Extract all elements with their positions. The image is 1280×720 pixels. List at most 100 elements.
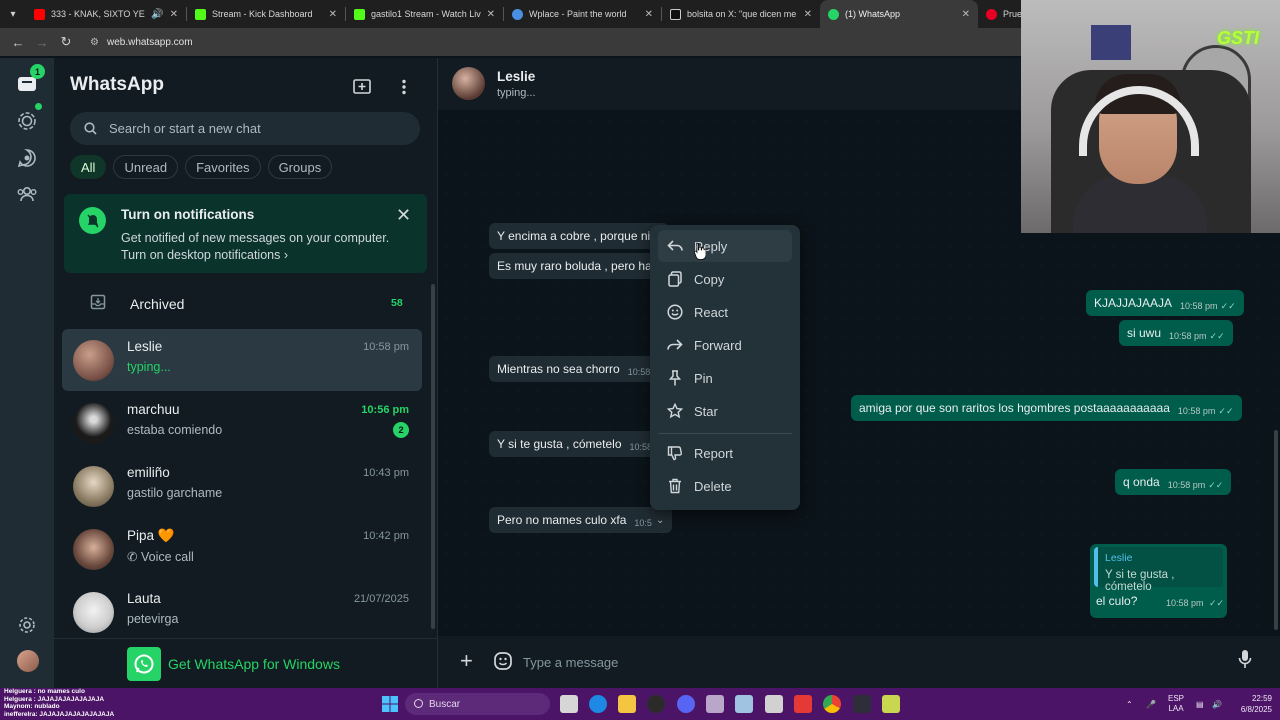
chevron-right-icon: › [283, 248, 289, 262]
reply-icon [666, 240, 684, 252]
close-icon[interactable]: ✕ [645, 9, 653, 20]
discord-icon[interactable] [677, 695, 695, 713]
menu-item-label: React [694, 304, 728, 320]
message-options-chevron-icon[interactable]: ⌄ [656, 515, 664, 526]
message-incoming[interactable]: Pero no mames culo xfa 10:5 ⌄ [489, 507, 673, 533]
settings-gear-icon[interactable] [14, 612, 40, 638]
menu-divider [658, 433, 792, 434]
get-whatsapp-banner[interactable]: Get WhatsApp for Windows [54, 638, 437, 688]
menu-item-report[interactable]: Report [658, 437, 792, 469]
chat-preview: gastilo garchame [127, 486, 223, 500]
new-chat-icon[interactable] [351, 76, 373, 98]
close-icon[interactable]: ✕ [329, 9, 337, 20]
browser-tab[interactable]: Stream - Kick Dashboard ✕ [187, 0, 345, 28]
close-icon[interactable]: ✕ [487, 9, 495, 20]
mute-icon[interactable]: 🔊 [151, 9, 163, 20]
quoted-message[interactable]: Leslie Y si te gusta , cómetelo [1094, 547, 1223, 593]
chat-name: emiliño [127, 465, 170, 480]
chat-list-item[interactable]: marchuu 10:56 pm estaba comiendo 2 [62, 392, 422, 454]
message-context-menu: Reply Copy React Forward Pin Star Report [650, 225, 800, 510]
contact-status: typing... [497, 87, 536, 99]
microphone-tray-icon[interactable]: 🎤 [1146, 688, 1156, 720]
app-icon[interactable] [794, 695, 812, 713]
menu-item-delete[interactable]: Delete [658, 470, 792, 502]
menu-item-reply[interactable]: Reply [658, 230, 792, 262]
profile-avatar[interactable] [17, 650, 39, 672]
message-incoming[interactable]: Y si te gusta , cómetelo 10:58 [489, 431, 661, 457]
avatar[interactable] [452, 67, 485, 100]
app-icon[interactable] [647, 695, 665, 713]
message-incoming[interactable]: Y encima a cobre , porque nis [489, 223, 669, 249]
browser-tab-active[interactable]: (1) WhatsApp ✕ [820, 0, 978, 28]
close-icon[interactable]: ✕ [396, 205, 411, 226]
message-outgoing-reply[interactable]: Leslie Y si te gusta , cómetelo el culo?… [1090, 544, 1227, 618]
browser-tab[interactable]: bolsita on X: "que dicen me sac ✕ [662, 0, 820, 28]
message-incoming[interactable]: Es muy raro boluda , pero hay [489, 253, 669, 279]
attach-plus-icon[interactable]: + [460, 650, 473, 672]
forward-arrow-icon[interactable]: → [30, 35, 54, 50]
channels-icon[interactable] [14, 145, 40, 171]
avatar [73, 529, 114, 570]
edge-browser-icon[interactable] [589, 695, 607, 713]
reload-icon[interactable]: ↻ [54, 34, 78, 50]
browser-tab[interactable]: 333 - KNAK, SIXTO YEGROS 🔊 ✕ [26, 0, 186, 28]
input-language-indicator[interactable]: ESP LAA [1168, 688, 1184, 720]
conversation-scrollbar[interactable] [1274, 430, 1278, 630]
filter-favorites[interactable]: Favorites [185, 155, 261, 179]
chat-list-item[interactable]: Lauta 21/07/2025 petevirga [62, 581, 422, 643]
message-outgoing[interactable]: KJAJJAJAAJA 10:58 pm ✓✓ [1086, 290, 1244, 316]
network-icon[interactable]: ▤ [1196, 688, 1204, 720]
menu-item-copy[interactable]: Copy [658, 263, 792, 295]
browser-tab[interactable]: Wplace - Paint the world ✕ [504, 0, 661, 28]
chat-list-item[interactable]: emiliño 10:43 pm gastilo garchame [62, 455, 422, 517]
task-view-icon[interactable] [560, 695, 578, 713]
double-check-icon: ✓✓ [1209, 330, 1225, 341]
app-icon[interactable] [706, 695, 724, 713]
url-field[interactable]: ⚙ web.whatsapp.com [84, 31, 193, 53]
filter-all[interactable]: All [70, 155, 107, 179]
message-outgoing[interactable]: amiga por que son raritos los hgombres p… [851, 395, 1242, 421]
windows-start-icon[interactable] [381, 695, 399, 713]
message-input[interactable] [523, 647, 1213, 677]
close-icon[interactable]: ✕ [804, 9, 812, 20]
tab-search-button[interactable]: ▾ [0, 0, 26, 28]
chrome-icon[interactable] [823, 695, 841, 713]
chat-list-item[interactable]: Leslie 10:58 pm typing... [62, 329, 422, 391]
message-time: 10:58 pm [1169, 331, 1207, 341]
sidebar-scrollbar[interactable] [431, 284, 435, 629]
chat-list-item[interactable]: Pipa 🧡 10:42 pm ✆ Voice call [62, 518, 422, 580]
message-incoming[interactable]: Mientras no sea chorro 10:58 [489, 356, 659, 382]
close-icon[interactable]: ✕ [962, 9, 970, 20]
filter-unread[interactable]: Unread [113, 155, 179, 179]
status-icon[interactable] [14, 108, 40, 134]
menu-item-react[interactable]: React [658, 296, 792, 328]
back-arrow-icon[interactable]: ← [6, 35, 30, 50]
webcam-background-poster [1091, 25, 1131, 60]
app-icon[interactable] [765, 695, 783, 713]
tray-chevron-up-icon[interactable]: ⌃ [1126, 688, 1133, 720]
navigation-rail: 1 [0, 58, 54, 688]
search-input[interactable] [109, 121, 409, 136]
menu-item-pin[interactable]: Pin [658, 362, 792, 394]
message-outgoing[interactable]: q onda 10:58 pm ✓✓ [1115, 469, 1232, 495]
menu-kebab-icon[interactable] [393, 76, 415, 98]
emoji-icon[interactable] [493, 651, 513, 676]
close-icon[interactable]: ✕ [170, 9, 178, 20]
photos-icon[interactable] [735, 695, 753, 713]
menu-item-forward[interactable]: Forward [658, 329, 792, 361]
enable-notifications-link[interactable]: Turn on desktop notifications › [121, 248, 288, 262]
communities-icon[interactable] [14, 181, 40, 207]
taskbar-search[interactable]: Buscar [405, 693, 550, 715]
archived-row[interactable]: Archived 58 [54, 286, 424, 322]
volume-icon[interactable]: 🔊 [1212, 688, 1222, 720]
filter-groups[interactable]: Groups [267, 155, 333, 179]
microphone-icon[interactable] [1238, 649, 1252, 674]
browser-tab[interactable]: gastilo1 Stream - Watch Live on ✕ [346, 0, 503, 28]
obs-icon[interactable] [853, 695, 871, 713]
site-info-icon[interactable]: ⚙ [90, 37, 99, 48]
app-icon[interactable] [882, 695, 900, 713]
menu-item-star[interactable]: Star [658, 395, 792, 427]
file-explorer-icon[interactable] [618, 695, 636, 713]
system-clock[interactable]: 22:59 6/8/2025 [1226, 693, 1272, 715]
message-outgoing[interactable]: si uwu 10:58 pm ✓✓ [1119, 320, 1233, 346]
